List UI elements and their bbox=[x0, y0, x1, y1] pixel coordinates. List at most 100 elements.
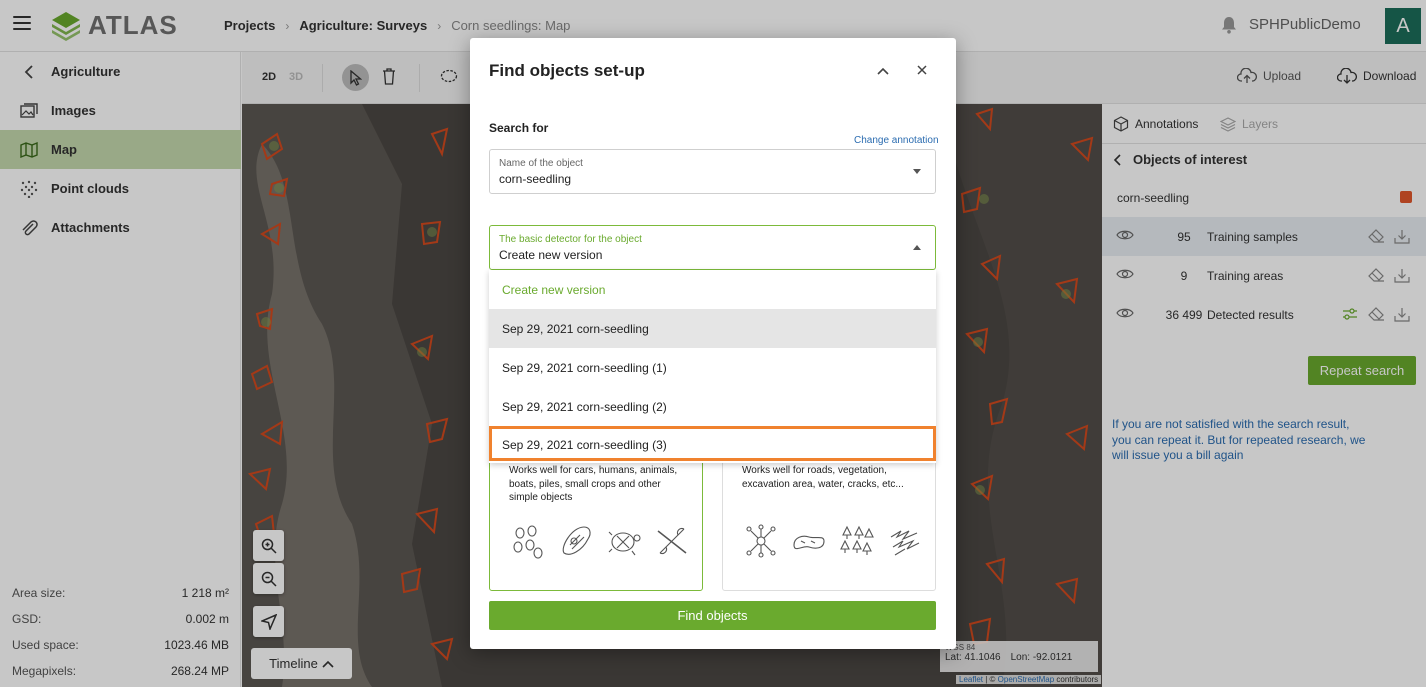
repeat-search-button[interactable]: Repeat search bbox=[1308, 356, 1416, 385]
stat-value: 268.24 MP bbox=[170, 664, 229, 678]
mode-3d-button[interactable]: 3D bbox=[289, 71, 303, 83]
download-icon[interactable] bbox=[1394, 268, 1410, 283]
card-description: Works well for roads, vegetation, excava… bbox=[742, 465, 904, 490]
chevron-left-icon bbox=[1113, 153, 1121, 166]
stat-value: 0.002 m bbox=[185, 612, 229, 626]
tab-annotations[interactable]: Annotations bbox=[1113, 116, 1198, 132]
trees-icon bbox=[840, 525, 874, 555]
eye-icon[interactable] bbox=[1116, 307, 1134, 319]
download-icon[interactable] bbox=[1394, 229, 1410, 244]
atlas-logo-icon bbox=[52, 12, 80, 41]
chevron-up-icon[interactable] bbox=[876, 64, 890, 79]
stat-area-size: Area size: 1 218 m² bbox=[12, 586, 229, 600]
trash-icon[interactable] bbox=[382, 68, 396, 88]
sidebar-back-agriculture[interactable]: Agriculture bbox=[0, 52, 241, 91]
upload-button[interactable]: Upload bbox=[1237, 68, 1301, 84]
panel-title: Objects of interest bbox=[1133, 152, 1248, 167]
sidebar-item-map[interactable]: Map bbox=[0, 130, 241, 169]
object-name-select[interactable]: Name of the object corn-seedling bbox=[489, 149, 936, 194]
zoom-out-button[interactable] bbox=[253, 563, 284, 594]
change-annotation-link[interactable]: Change annotation bbox=[854, 135, 939, 146]
chevron-right-icon: › bbox=[437, 18, 442, 33]
eye-icon[interactable] bbox=[1116, 268, 1134, 280]
eraser-icon[interactable] bbox=[1368, 268, 1386, 282]
stat-label: GSD: bbox=[12, 612, 42, 626]
complex-objects-card[interactable]: Works well for roads, vegetation, excava… bbox=[722, 452, 936, 591]
crs-label: WGS 84 bbox=[945, 643, 976, 652]
sidebar-item-label: Point clouds bbox=[51, 181, 129, 196]
caret-up-icon bbox=[913, 245, 921, 250]
option-version[interactable]: Sep 29, 2021 corn-seedling (1) bbox=[489, 348, 936, 387]
class-color-swatch[interactable] bbox=[1400, 191, 1412, 203]
latitude: Lat: 41.1046 bbox=[945, 652, 1001, 663]
map-icon bbox=[19, 140, 39, 160]
point-cloud-icon bbox=[19, 179, 39, 199]
stat-label: Megapixels: bbox=[12, 664, 77, 678]
tab-layers[interactable]: Layers bbox=[1220, 116, 1278, 132]
object-name-value: corn-seedling bbox=[499, 172, 572, 186]
download-icon[interactable] bbox=[1394, 307, 1410, 322]
mode-2d-button[interactable]: 2D bbox=[262, 71, 276, 83]
sidebar-item-label: Attachments bbox=[51, 220, 130, 235]
lasso-icon[interactable] bbox=[440, 69, 458, 88]
cloud-upload-icon bbox=[1237, 68, 1257, 83]
avatar[interactable]: A bbox=[1385, 8, 1421, 44]
zoom-in-button[interactable] bbox=[253, 530, 284, 561]
sidebar-item-attachments[interactable]: Attachments bbox=[0, 208, 241, 247]
row-label: Training areas bbox=[1207, 268, 1284, 283]
eraser-icon[interactable] bbox=[1368, 307, 1386, 321]
hamburger-menu-icon[interactable] bbox=[13, 16, 31, 30]
training-samples-row[interactable]: 95 Training samples bbox=[1102, 217, 1426, 256]
atlas-logo[interactable]: ATLAS bbox=[50, 9, 178, 41]
network-icon bbox=[746, 524, 776, 558]
tab-annotations-label: Annotations bbox=[1135, 117, 1199, 131]
osm-link[interactable]: OpenStreetMap bbox=[998, 675, 1054, 684]
caret-down-icon bbox=[913, 169, 921, 174]
simple-objects-card[interactable]: Works well for cars, humans, animals, bo… bbox=[489, 452, 703, 591]
cursor-tool-icon[interactable] bbox=[342, 64, 369, 91]
breadcrumb-projects[interactable]: Projects bbox=[224, 18, 275, 33]
coordinates-readout: WGS 84 Lat: 41.1046 Lon: -92.0121 bbox=[940, 641, 1098, 672]
training-areas-row[interactable]: 9 Training areas bbox=[1102, 256, 1426, 295]
longitude: Lon: -92.0121 bbox=[1010, 652, 1073, 663]
user-name[interactable]: SPHPublicDemo bbox=[1249, 16, 1361, 33]
find-objects-button[interactable]: Find objects bbox=[489, 601, 936, 630]
locate-button[interactable] bbox=[253, 606, 284, 637]
sidebar-item-point-clouds[interactable]: Point clouds bbox=[0, 169, 241, 208]
repeat-search-note: If you are not satisfied with the search… bbox=[1112, 417, 1366, 462]
stat-used-space: Used space: 1023.46 MB bbox=[12, 638, 229, 652]
download-label: Download bbox=[1363, 69, 1417, 83]
sidebar-item-label: Images bbox=[51, 103, 96, 118]
chevron-left-icon bbox=[19, 62, 39, 82]
option-version[interactable]: Sep 29, 2021 corn-seedling bbox=[489, 309, 936, 348]
chevron-up-icon bbox=[322, 660, 334, 668]
objects-of-interest-back[interactable]: Objects of interest bbox=[1113, 152, 1247, 167]
option-version[interactable]: Sep 29, 2021 corn-seedling (2) bbox=[489, 387, 936, 426]
bell-icon[interactable] bbox=[1221, 16, 1237, 37]
stat-value: 1023.46 MB bbox=[164, 638, 229, 652]
sliders-icon[interactable] bbox=[1342, 307, 1358, 321]
sidebar-back-label: Agriculture bbox=[51, 64, 121, 79]
sidebar-item-images[interactable]: Images bbox=[0, 91, 241, 130]
card-description: Works well for cars, humans, animals, bo… bbox=[509, 465, 678, 503]
breadcrumb-project[interactable]: Agriculture: Surveys bbox=[299, 18, 427, 33]
stat-gsd: GSD: 0.002 m bbox=[12, 612, 229, 626]
object-name-label: Name of the object bbox=[499, 158, 583, 169]
download-button[interactable]: Download bbox=[1337, 68, 1416, 84]
eye-icon[interactable] bbox=[1116, 229, 1134, 241]
search-for-heading: Search for bbox=[489, 121, 549, 135]
images-icon bbox=[19, 101, 39, 121]
detected-results-row[interactable]: 36 499 Detected results bbox=[1102, 295, 1426, 334]
paperclip-icon bbox=[19, 218, 39, 238]
close-icon[interactable] bbox=[916, 64, 928, 79]
option-create-new-version[interactable]: Create new version bbox=[489, 270, 936, 309]
leaflet-link[interactable]: Leaflet bbox=[959, 675, 983, 684]
cloud-download-icon bbox=[1337, 68, 1357, 84]
timeline-button[interactable]: Timeline bbox=[251, 648, 352, 679]
attribution-sep: | © bbox=[983, 675, 998, 684]
tab-layers-label: Layers bbox=[1242, 117, 1279, 131]
detector-select[interactable]: The basic detector for the object Create… bbox=[489, 225, 936, 270]
stat-label: Area size: bbox=[12, 586, 66, 600]
eraser-icon[interactable] bbox=[1368, 229, 1386, 243]
highlight-box bbox=[489, 426, 936, 461]
